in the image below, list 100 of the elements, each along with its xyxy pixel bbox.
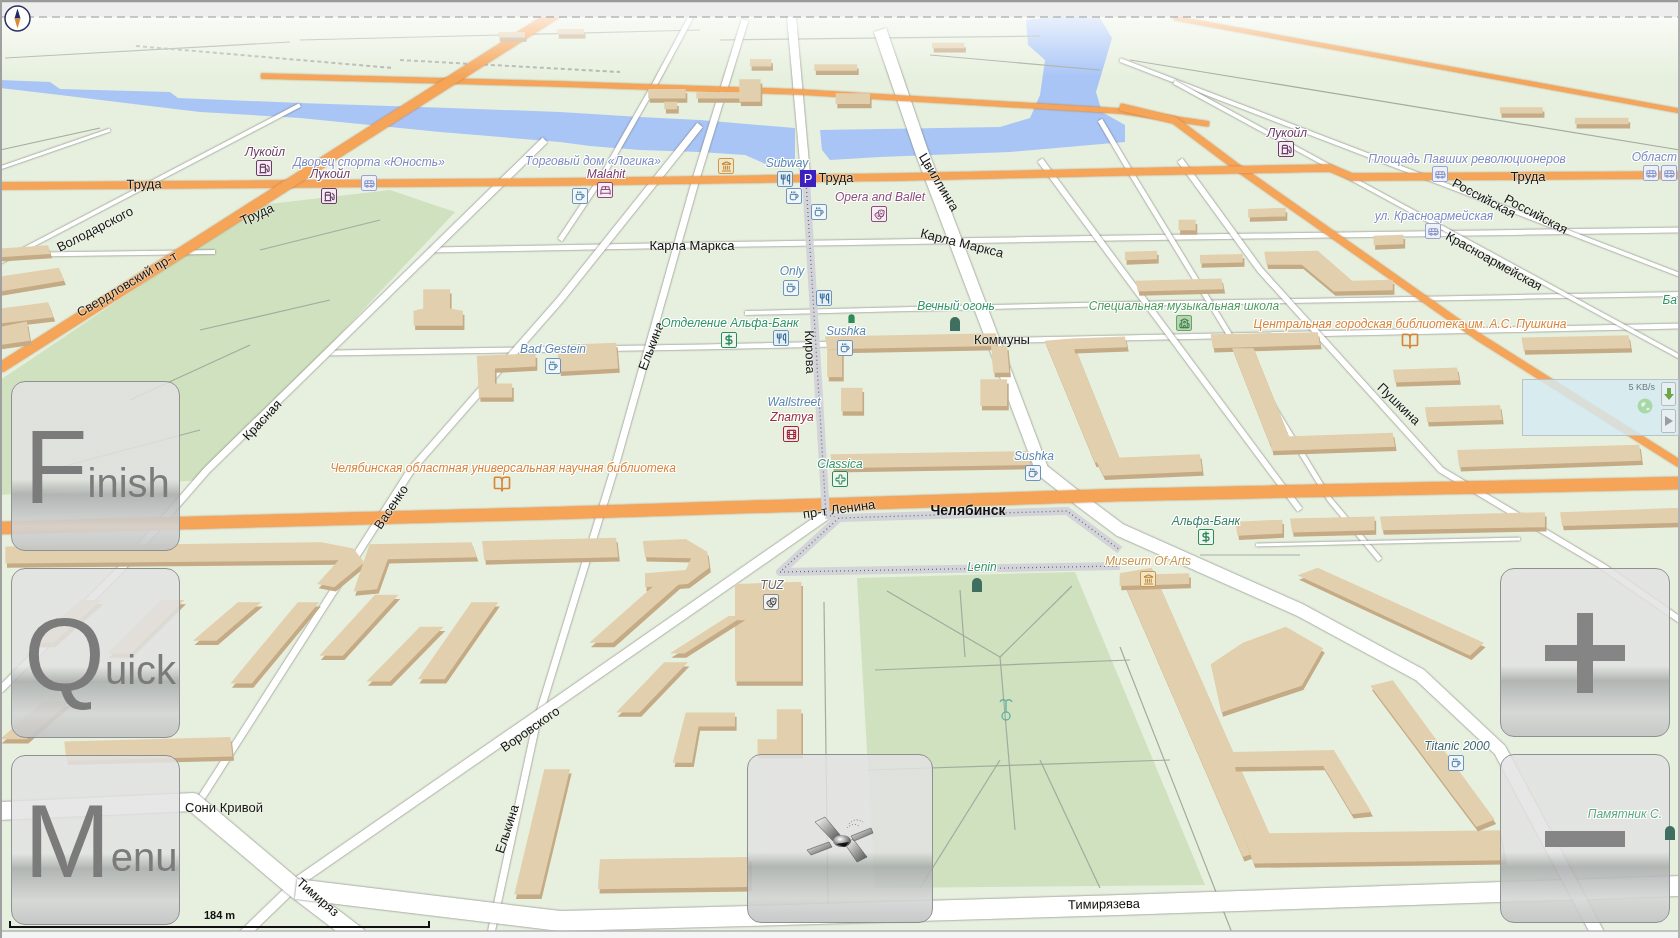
bus-icon <box>361 175 377 191</box>
building <box>841 387 865 416</box>
menu-button[interactable]: Menu <box>11 755 180 925</box>
minus-icon <box>1545 830 1625 847</box>
place-label: Торговый дом «Логика» <box>525 155 661 167</box>
fuel-pump-icon <box>256 160 272 176</box>
coffee-cup-icon <box>837 340 853 356</box>
street-label: Труда <box>126 177 162 191</box>
street-label: Сони Кривой <box>185 800 263 814</box>
quick-button[interactable]: Quick <box>11 568 180 738</box>
monument-icon <box>948 315 962 331</box>
place-label: Wallstreet <box>767 396 821 408</box>
globe-icon <box>1637 398 1653 414</box>
building <box>835 93 872 109</box>
street-label: Карла Маркса <box>649 238 735 252</box>
place-label: Лукойл <box>245 146 285 158</box>
place-label: Only <box>779 265 805 277</box>
place-label: Специальная музыкальная школа <box>1088 300 1280 312</box>
place-label: Челябинская областная универсальная научная библиотека <box>330 462 676 474</box>
network-speed: 5 KB/s <box>1628 382 1655 393</box>
down-arrow-icon <box>1663 388 1674 400</box>
building <box>0 267 66 296</box>
bus-icon <box>1432 166 1448 182</box>
place-label: TUZ <box>760 579 784 591</box>
place-label: Znamya <box>770 411 814 423</box>
bus-icon <box>1425 223 1441 239</box>
plus-icon <box>1545 612 1625 693</box>
zoom-out-button[interactable] <box>1500 754 1670 923</box>
compass-icon[interactable] <box>4 5 31 32</box>
bed-icon <box>597 182 613 198</box>
museum-icon <box>718 158 734 174</box>
building <box>672 712 737 768</box>
place-label: Област <box>1631 151 1677 163</box>
gps-button[interactable] <box>747 754 933 923</box>
dollar-icon <box>721 332 737 348</box>
street-label: Труда <box>818 170 854 184</box>
open-book-icon <box>492 476 512 492</box>
fuel-pump-icon <box>1278 141 1294 157</box>
place-label: Lenin <box>967 561 997 573</box>
street-label: Карла Маркса <box>919 226 1005 260</box>
coffee-cup-icon <box>783 280 799 296</box>
coffee-cup-icon <box>545 358 561 374</box>
play-icon <box>1664 416 1673 426</box>
building <box>413 289 465 330</box>
building <box>1574 117 1631 129</box>
place-label: Titanic 2000 <box>1424 740 1490 752</box>
place-label: Sushka <box>826 325 866 337</box>
street-label: пр-т Ленина <box>802 497 876 521</box>
fork-knife-icon <box>773 330 789 346</box>
building <box>0 245 52 262</box>
theater-mask-icon <box>763 594 779 610</box>
parking-sign: P <box>800 170 816 187</box>
film-icon <box>783 426 799 442</box>
street-label: Тимирязева <box>1067 896 1141 912</box>
bus-icon <box>1661 165 1677 181</box>
building <box>1199 253 1245 268</box>
theater-mask-icon <box>871 206 887 222</box>
place-label: Альфа-Банк <box>1171 515 1241 527</box>
fork-knife-icon <box>777 171 793 187</box>
finish-button[interactable]: Finish <box>11 381 180 551</box>
school-icon <box>1176 315 1192 331</box>
street-label: Кирова <box>802 330 818 374</box>
monument-icon <box>846 313 856 323</box>
coffee-cup-icon <box>572 188 588 204</box>
building <box>1248 207 1288 222</box>
play-button[interactable] <box>1661 409 1676 433</box>
building <box>1124 250 1159 265</box>
building <box>1178 219 1198 235</box>
building <box>1499 107 1545 118</box>
place-label: Лукойл <box>310 168 350 180</box>
building <box>476 353 538 402</box>
monument-icon <box>1663 824 1677 840</box>
museum-icon <box>1140 571 1156 587</box>
place-label: Ба <box>1662 294 1677 306</box>
bus-icon <box>1643 165 1659 181</box>
place-label: Вечный огонь <box>917 300 995 312</box>
street-label: Труда <box>238 200 276 228</box>
fountain-icon <box>999 697 1013 721</box>
download-button[interactable] <box>1661 382 1676 406</box>
dollar-icon <box>1198 529 1214 545</box>
scale-label: 184 m <box>203 909 236 921</box>
zoom-in-button[interactable] <box>1500 568 1670 737</box>
monument-icon <box>970 576 984 592</box>
place-label: Лукойл <box>1267 127 1307 139</box>
fork-knife-icon <box>816 290 832 306</box>
place-label: Памятник С. <box>1587 808 1662 820</box>
fuel-pump-icon <box>321 188 337 204</box>
place-label: Sushka <box>1014 450 1054 462</box>
place-label: Classica <box>817 458 863 470</box>
place-label: Museum Of Arts <box>1104 555 1192 567</box>
pharmacy-icon <box>832 471 848 487</box>
coffee-cup-icon <box>1448 755 1464 771</box>
street-label: Коммуны <box>974 332 1030 346</box>
open-book-icon <box>1400 333 1420 349</box>
place-label: Malahit <box>586 168 626 180</box>
building <box>642 538 711 592</box>
city-label: Челябинск <box>930 503 1006 517</box>
coffee-cup-icon <box>786 188 802 204</box>
coffee-cup-icon <box>1025 465 1041 481</box>
place-label: Площадь Павших революционеров <box>1368 153 1566 165</box>
